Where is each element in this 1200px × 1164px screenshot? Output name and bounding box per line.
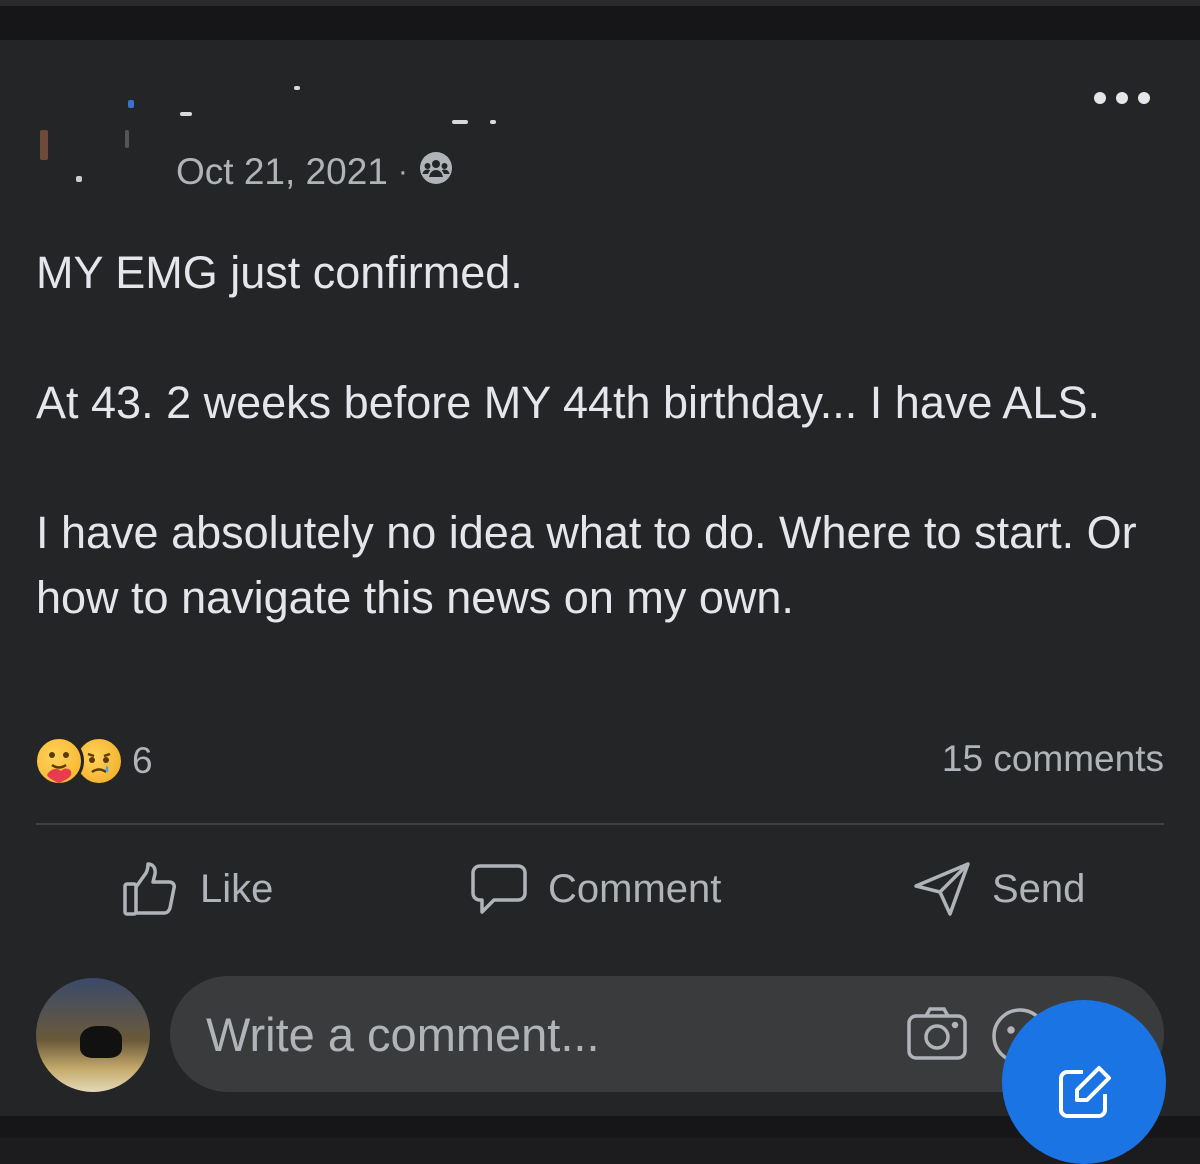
more-dot: [1094, 92, 1106, 104]
edit-icon: [1055, 1000, 1113, 1127]
divider: [36, 823, 1164, 825]
author-avatar[interactable]: [30, 80, 140, 190]
more-dot: [1138, 92, 1150, 104]
comment-button[interactable]: Comment: [470, 856, 721, 922]
like-button[interactable]: Like: [122, 856, 273, 922]
send-label: Send: [992, 866, 1086, 911]
post-date[interactable]: Oct 21, 2021: [176, 151, 388, 193]
cat-photo: [80, 1026, 122, 1058]
more-dot: [1116, 92, 1128, 104]
post-meta: Oct 21, 2021 ·: [176, 150, 454, 194]
post-paragraph: MY EMG just confirmed.: [36, 247, 523, 298]
user-avatar[interactable]: [36, 978, 150, 1092]
compose-post-button[interactable]: [1002, 1000, 1166, 1164]
send-icon: [912, 860, 972, 918]
more-options-button[interactable]: [1094, 86, 1150, 110]
send-button[interactable]: Send: [912, 856, 1085, 922]
care-reaction-icon: [34, 736, 84, 786]
post-body: MY EMG just confirmed. At 43. 2 weeks be…: [36, 240, 1166, 630]
comment-count-link[interactable]: 15 comments: [942, 738, 1164, 780]
reaction-count: 6: [132, 740, 153, 781]
like-label: Like: [200, 866, 274, 911]
reactions-summary[interactable]: 6: [34, 736, 153, 786]
post-paragraph: At 43. 2 weeks before MY 44th birthday..…: [36, 377, 1100, 428]
group-icon: [418, 150, 454, 195]
like-icon: [122, 860, 180, 918]
comment-placeholder: Write a comment...: [206, 1007, 600, 1061]
comment-label: Comment: [548, 866, 722, 911]
camera-icon[interactable]: [906, 1006, 968, 1067]
top-bar: [0, 0, 1200, 40]
comment-icon: [470, 860, 528, 918]
author-name-redacted[interactable]: [170, 86, 530, 128]
post-paragraph: I have absolutely no idea what to do. Wh…: [36, 507, 1137, 623]
meta-separator: ·: [397, 155, 408, 188]
